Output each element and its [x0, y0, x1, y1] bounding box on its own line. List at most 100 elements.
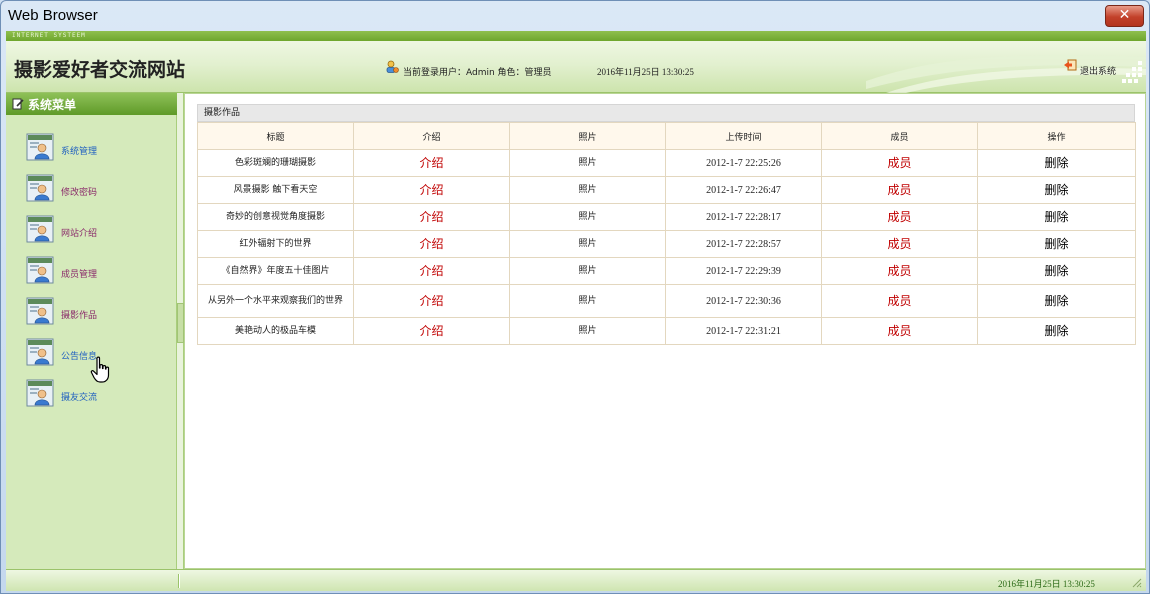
work-title-cell: 《自然界》年度五十佳图片 — [197, 257, 354, 285]
dots-decoration — [1122, 61, 1142, 83]
photo-link[interactable]: 照片 — [509, 203, 666, 231]
page-client: INTERNET SYSTEEM 摄影爱好者交流网站 当前登录用户：Admin … — [6, 31, 1146, 591]
sidebar-item-label: 修改密码 — [61, 188, 98, 198]
member-link[interactable]: 成员 — [821, 230, 978, 258]
intro-link[interactable]: 介绍 — [353, 317, 510, 345]
intro-link[interactable]: 介绍 — [353, 284, 510, 318]
delete-link[interactable]: 删除 — [977, 203, 1136, 231]
works-panel: 摄影作品 标题 介绍 照片 上传时间 成员 操作 色彩斑斓的珊瑚摄影 介绍 照片… — [197, 104, 1136, 345]
sidebar-item-label: 成员管理 — [61, 270, 98, 280]
delete-link[interactable]: 删除 — [977, 317, 1136, 345]
photo-link[interactable]: 照片 — [509, 317, 666, 345]
delete-link[interactable]: 删除 — [977, 176, 1136, 204]
status-datetime: 2016年11月25日 13:30:25 — [998, 579, 1095, 589]
menu-user-icon — [26, 338, 54, 366]
sidebar-item-label: 网站介绍 — [61, 229, 98, 239]
column-header: 照片 — [509, 122, 666, 150]
menu-user-icon — [26, 174, 54, 202]
banner-subtitle: INTERNET SYSTEEM — [12, 32, 86, 39]
table-row: 红外辐射下的世界 介绍 照片 2012-1-7 22:28:57 成员 删除 — [197, 230, 1136, 258]
sidebar-item[interactable]: 摄影作品 — [26, 297, 166, 327]
table-row: 从另外一个水平来观察我们的世界 介绍 照片 2012-1-7 22:30:36 成员 删除 — [197, 284, 1136, 318]
column-header: 成员 — [821, 122, 978, 150]
sidebar-item-label: 系统管理 — [61, 147, 98, 157]
main-content: 摄影作品 标题 介绍 照片 上传时间 成员 操作 色彩斑斓的珊瑚摄影 介绍 照片… — [184, 93, 1146, 569]
browser-window: Web Browser ✕ INTERNET SYSTEEM 摄影爱好者交流网站… — [0, 0, 1150, 594]
sidebar-item-label: 摄友交流 — [61, 393, 98, 403]
delete-link[interactable]: 删除 — [977, 149, 1136, 177]
upload-time-cell: 2012-1-7 22:29:39 — [665, 257, 822, 285]
site-title: 摄影爱好者交流网站 — [14, 59, 186, 81]
table-row: 奇妙的创意视觉角度摄影 介绍 照片 2012-1-7 22:28:17 成员 删除 — [197, 203, 1136, 231]
panel-title: 摄影作品 — [197, 104, 1135, 122]
intro-link[interactable]: 介绍 — [353, 257, 510, 285]
sidebar-item[interactable]: 修改密码 — [26, 174, 166, 204]
upload-time-cell: 2012-1-7 22:28:17 — [665, 203, 822, 231]
member-link[interactable]: 成员 — [821, 203, 978, 231]
work-title-cell: 风景摄影 触下看天空 — [197, 176, 354, 204]
logout-label: 退出系统 — [1080, 67, 1117, 77]
photo-link[interactable]: 照片 — [509, 149, 666, 177]
work-title-cell: 从另外一个水平来观察我们的世界 — [197, 284, 354, 318]
hand-cursor-icon — [90, 356, 110, 383]
upload-time-cell: 2012-1-7 22:28:57 — [665, 230, 822, 258]
menu-user-icon — [26, 256, 54, 284]
top-banner: INTERNET SYSTEEM 摄影爱好者交流网站 当前登录用户：Admin … — [6, 31, 1146, 93]
status-divider — [178, 574, 180, 588]
title-bar: Web Browser ✕ — [1, 1, 1149, 31]
sidebar-item-label: 摄影作品 — [61, 311, 98, 321]
resize-grip-icon[interactable] — [1130, 576, 1142, 588]
sidebar-title: 系统菜单 — [28, 98, 77, 112]
member-link[interactable]: 成员 — [821, 284, 978, 318]
photo-link[interactable]: 照片 — [509, 257, 666, 285]
delete-link[interactable]: 删除 — [977, 284, 1136, 318]
work-title-cell: 美艳动人的极品车模 — [197, 317, 354, 345]
intro-link[interactable]: 介绍 — [353, 230, 510, 258]
upload-time-cell: 2012-1-7 22:30:36 — [665, 284, 822, 318]
header-datetime: 2016年11月25日 13:30:25 — [597, 67, 694, 77]
work-title-cell: 奇妙的创意视觉角度摄影 — [197, 203, 354, 231]
member-link[interactable]: 成员 — [821, 149, 978, 177]
delete-link[interactable]: 删除 — [977, 230, 1136, 258]
photo-link[interactable]: 照片 — [509, 230, 666, 258]
table-row: 《自然界》年度五十佳图片 介绍 照片 2012-1-7 22:29:39 成员 删除 — [197, 257, 1136, 285]
column-header: 上传时间 — [665, 122, 822, 150]
photo-link[interactable]: 照片 — [509, 284, 666, 318]
menu-user-icon — [26, 215, 54, 243]
banner-stripe: INTERNET SYSTEEM — [6, 31, 1146, 41]
table-header-row: 标题 介绍 照片 上传时间 成员 操作 — [197, 122, 1136, 150]
column-header: 介绍 — [353, 122, 510, 150]
sidebar-item[interactable]: 成员管理 — [26, 256, 166, 286]
work-title-cell: 色彩斑斓的珊瑚摄影 — [197, 149, 354, 177]
table-row: 色彩斑斓的珊瑚摄影 介绍 照片 2012-1-7 22:25:26 成员 删除 — [197, 149, 1136, 177]
user-icon — [386, 60, 399, 73]
login-info: 当前登录用户：Admin 角色：管理员 — [403, 68, 552, 78]
menu-user-icon — [26, 133, 54, 161]
sidebar-item[interactable]: 网站介绍 — [26, 215, 166, 245]
sidebar-item[interactable]: 系统管理 — [26, 133, 166, 163]
upload-time-cell: 2012-1-7 22:31:21 — [665, 317, 822, 345]
column-header: 标题 — [197, 122, 354, 150]
member-link[interactable]: 成员 — [821, 317, 978, 345]
intro-link[interactable]: 介绍 — [353, 203, 510, 231]
status-bar: 2016年11月25日 13:30:25 — [6, 569, 1146, 591]
menu-user-icon — [26, 379, 54, 407]
photo-link[interactable]: 照片 — [509, 176, 666, 204]
close-button[interactable]: ✕ — [1105, 5, 1144, 27]
delete-link[interactable]: 删除 — [977, 257, 1136, 285]
column-header: 操作 — [977, 122, 1136, 150]
intro-link[interactable]: 介绍 — [353, 149, 510, 177]
member-link[interactable]: 成员 — [821, 257, 978, 285]
window-title: Web Browser — [8, 7, 98, 24]
splitter-handle[interactable] — [177, 303, 184, 343]
logout-icon — [1064, 59, 1077, 71]
sidebar-splitter[interactable] — [177, 93, 184, 569]
upload-time-cell: 2012-1-7 22:26:47 — [665, 176, 822, 204]
menu-edit-icon — [12, 98, 24, 110]
close-icon: ✕ — [1118, 7, 1131, 23]
sidebar-header: 系统菜单 — [6, 93, 177, 115]
member-link[interactable]: 成员 — [821, 176, 978, 204]
table-row: 风景摄影 触下看天空 介绍 照片 2012-1-7 22:26:47 成员 删除 — [197, 176, 1136, 204]
intro-link[interactable]: 介绍 — [353, 176, 510, 204]
works-table: 标题 介绍 照片 上传时间 成员 操作 色彩斑斓的珊瑚摄影 介绍 照片 2012-1-… — [197, 122, 1136, 345]
